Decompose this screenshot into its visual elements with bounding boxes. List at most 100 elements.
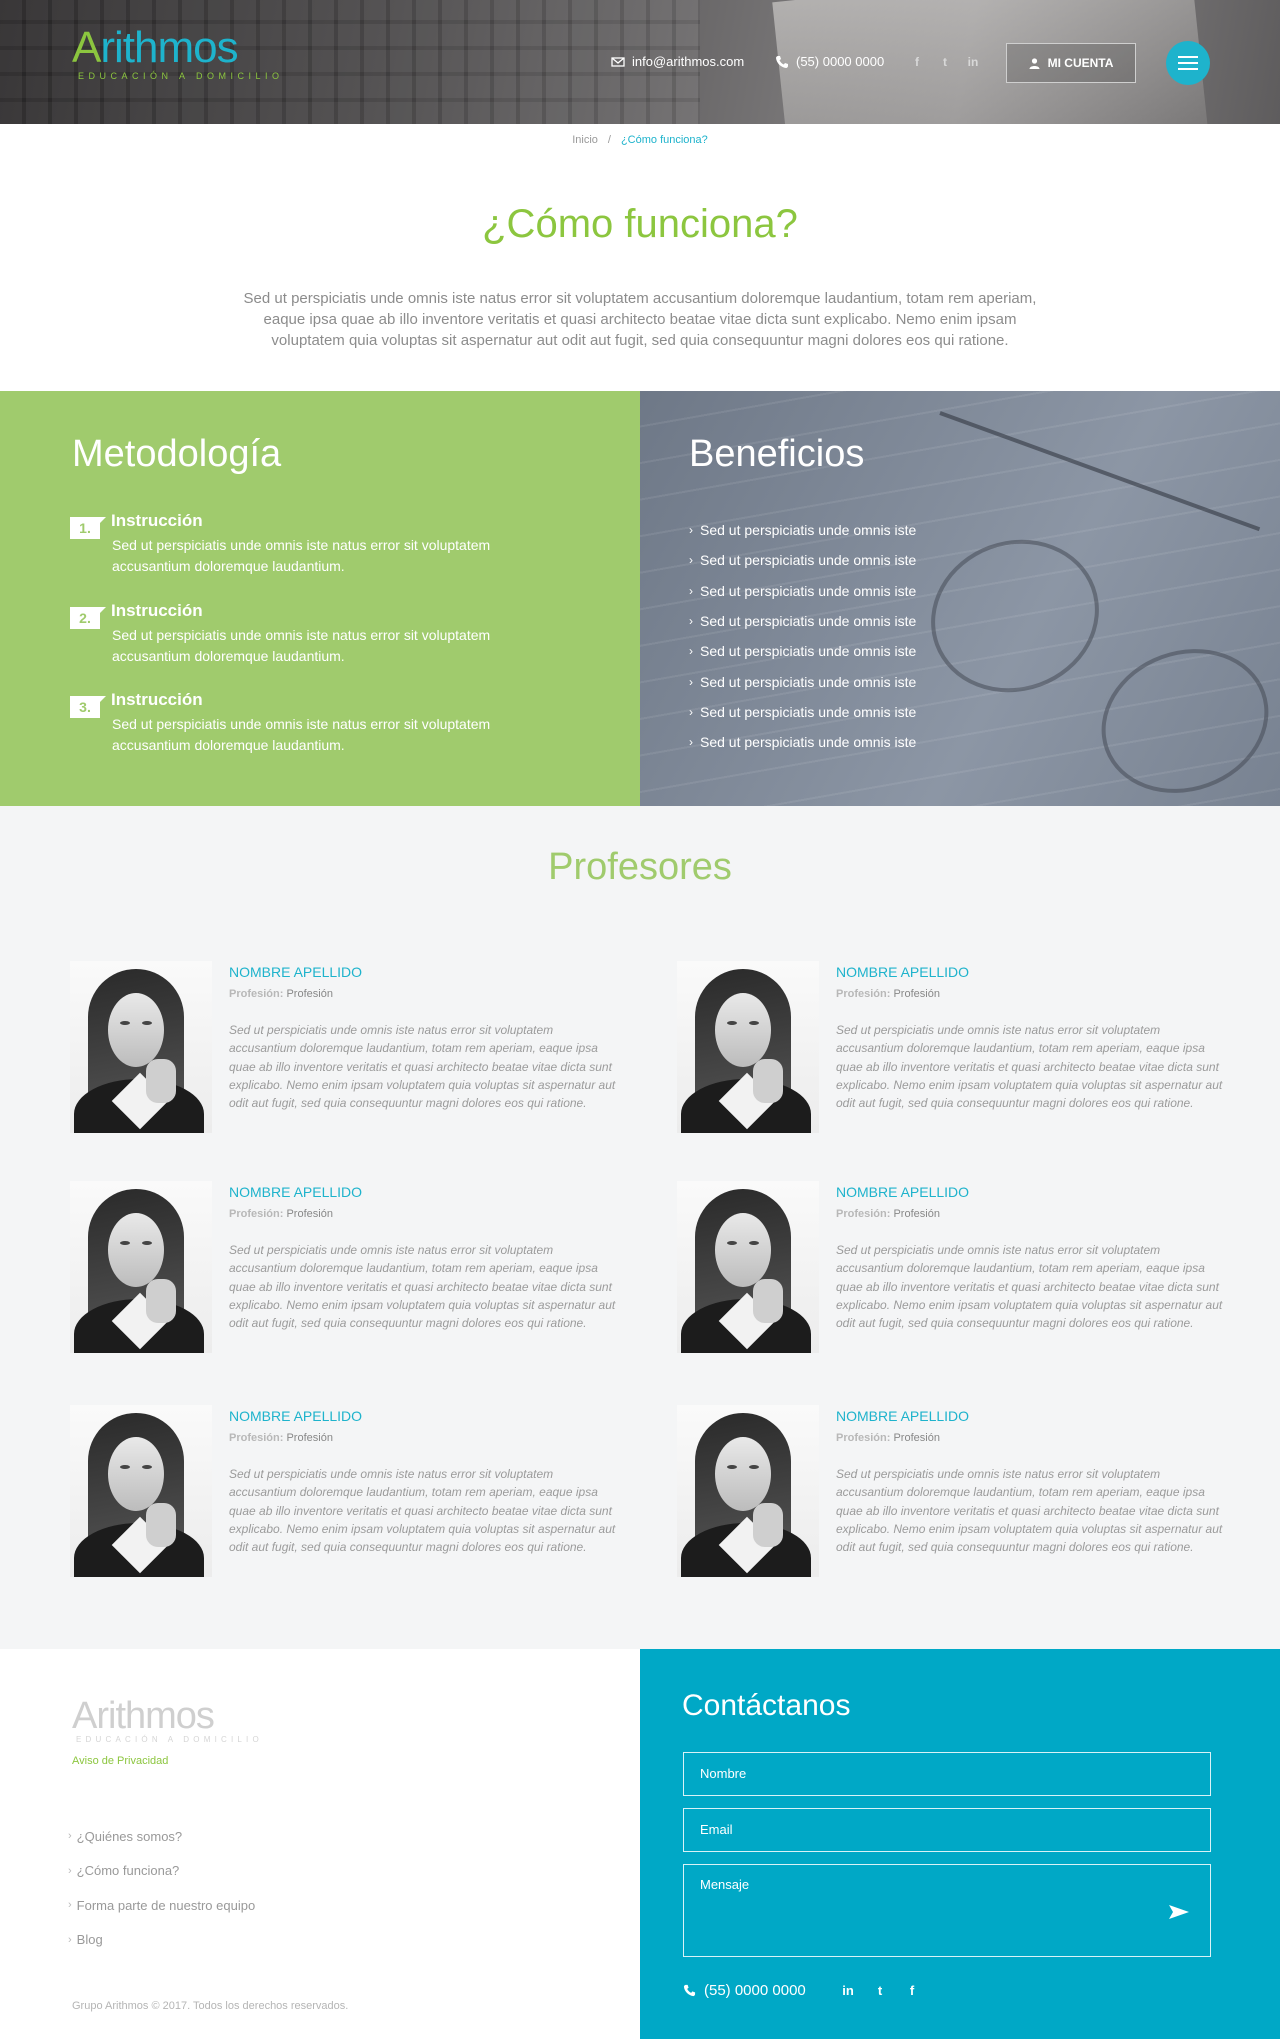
user-icon [1029, 57, 1040, 69]
header-phone[interactable]: (55) 0000 0000 [775, 54, 884, 69]
hamburger-menu-button[interactable] [1166, 41, 1210, 85]
benefit-item: › Sed ut perspiciatis unde omnis iste [689, 697, 916, 727]
professor-role: Profesión: Profesión [836, 988, 940, 1000]
professor-photo [677, 1181, 819, 1353]
professor-card[interactable]: NOMBRE APELLIDO Profesión: Profesión Sed… [677, 961, 1237, 1133]
footer-logo-wordmark: Arithmos [72, 1695, 215, 1737]
chevron-right-icon: › [689, 735, 693, 750]
professor-role-value: Profesión [286, 1432, 333, 1444]
step-title: Instrucción [111, 511, 203, 530]
professor-bio: Sed ut perspiciatis unde omnis iste natu… [229, 1023, 616, 1111]
professor-role-value: Profesión [286, 1208, 333, 1220]
email-field[interactable]: Email [683, 1808, 1211, 1852]
step-text: Sed ut perspiciatis unde omnis iste natu… [112, 716, 491, 753]
professor-card[interactable]: NOMBRE APELLIDO Profesión: Profesión Sed… [677, 1405, 1237, 1577]
privacy-link[interactable]: Aviso de Privacidad [72, 1755, 168, 1767]
chevron-right-icon: › [68, 1830, 72, 1843]
menu-icon-bar [1178, 68, 1198, 70]
page-title: ¿Cómo funciona? [482, 202, 798, 246]
footer-info: Arithmos EDUCACIÓN A DOMICILIO Aviso de … [0, 1649, 640, 2039]
logo-initial: A [72, 23, 101, 72]
chevron-right-icon: › [689, 523, 693, 538]
professor-name: NOMBRE APELLIDO [229, 1408, 363, 1424]
step-title: Instrucción [111, 601, 203, 620]
benefit-text: Sed ut perspiciatis unde omnis iste [700, 734, 917, 751]
step-text: Sed ut perspiciatis unde omnis iste natu… [112, 627, 491, 664]
logo-rest: rithmos [100, 23, 238, 72]
twitter-icon[interactable]: t [872, 1983, 888, 1998]
chevron-right-icon: › [689, 614, 693, 629]
chevron-right-icon: › [689, 583, 693, 598]
benefits-title: Beneficios [689, 433, 865, 475]
footer-phone-text: (55) 0000 0000 [704, 1982, 806, 1999]
account-button[interactable]: MI CUENTA [1006, 43, 1136, 83]
professor-role: Profesión: Profesión [836, 1432, 940, 1444]
twitter-icon[interactable]: t [938, 55, 952, 69]
site-logo[interactable]: Arithmos EDUCACIÓN A DOMICILIO [72, 26, 284, 82]
professor-role-value: Profesión [893, 988, 940, 1000]
professor-photo [70, 961, 212, 1133]
professor-name: NOMBRE APELLIDO [229, 964, 363, 980]
name-field[interactable]: Nombre [683, 1752, 1211, 1796]
benefit-text: Sed ut perspiciatis unde omnis iste [700, 522, 917, 539]
intro-text: Sed ut perspiciatis unde omnis iste natu… [243, 290, 1037, 349]
professor-role: Profesión: Profesión [836, 1208, 940, 1220]
header-email[interactable]: info@arithmos.com [611, 54, 744, 69]
professor-card[interactable]: NOMBRE APELLIDO Profesión: Profesión Sed… [70, 961, 630, 1133]
benefit-text: Sed ut perspiciatis unde omnis iste [700, 582, 917, 599]
professor-photo [70, 1405, 212, 1577]
benefit-item: › Sed ut perspiciatis unde omnis iste [689, 576, 916, 606]
footer-phone[interactable]: (55) 0000 0000 [683, 1982, 806, 1999]
footer-nav-item[interactable]: › ¿Quiénes somos? [68, 1819, 255, 1854]
footer-nav-label: Blog [76, 1932, 103, 1948]
footer-nav-item[interactable]: › Forma parte de nuestro equipo [68, 1888, 255, 1923]
breadcrumb-home[interactable]: Inicio [572, 134, 598, 146]
linkedin-icon[interactable]: in [840, 1983, 856, 1998]
benefit-item: › Sed ut perspiciatis unde omnis iste [689, 515, 916, 545]
methodology-title: Metodología [72, 433, 282, 475]
site-header: Arithmos EDUCACIÓN A DOMICILIO info@arit… [0, 0, 1280, 124]
professor-card[interactable]: NOMBRE APELLIDO Profesión: Profesión Sed… [70, 1405, 630, 1577]
footer-social-links: in t f [840, 1983, 920, 1998]
professor-role-label: Profesión: [229, 1208, 284, 1220]
professor-card[interactable]: NOMBRE APELLIDO Profesión: Profesión Sed… [70, 1181, 630, 1353]
professor-role: Profesión: Profesión [229, 1208, 333, 1220]
chevron-right-icon: › [689, 674, 693, 689]
footer-nav-item[interactable]: › ¿Cómo funciona? [68, 1854, 255, 1889]
contact-section: Contáctanos Nombre Email Mensaje (55) 00… [640, 1649, 1280, 2039]
professor-bio: Sed ut perspiciatis unde omnis iste natu… [836, 1023, 1223, 1111]
professor-name: NOMBRE APELLIDO [836, 1184, 970, 1200]
benefit-text: Sed ut perspiciatis unde omnis iste [700, 643, 917, 660]
message-field[interactable]: Mensaje [683, 1864, 1211, 1957]
logo-wordmark: Arithmos [72, 26, 284, 70]
facebook-icon[interactable]: f [910, 55, 924, 69]
account-button-label: MI CUENTA [1047, 56, 1114, 70]
chevron-right-icon: › [68, 1864, 72, 1877]
benefit-text: Sed ut perspiciatis unde omnis iste [700, 703, 917, 720]
professor-name: NOMBRE APELLIDO [836, 964, 970, 980]
logo-tagline: EDUCACIÓN A DOMICILIO [78, 71, 284, 81]
chevron-right-icon: › [68, 1899, 72, 1912]
methodology-section: Metodología 1. Instrucción Sed ut perspi… [0, 391, 640, 806]
phone-icon [776, 55, 788, 68]
linkedin-icon[interactable]: in [966, 55, 980, 69]
professor-role-label: Profesión: [836, 988, 891, 1000]
professor-role: Profesión: Profesión [229, 1432, 333, 1444]
benefit-text: Sed ut perspiciatis unde omnis iste [700, 673, 917, 690]
chevron-right-icon: › [689, 644, 693, 659]
copyright-text: Grupo Arithmos © 2017. Todos los derecho… [72, 2000, 349, 2012]
professor-bio: Sed ut perspiciatis unde omnis iste natu… [229, 1243, 616, 1331]
professor-role-value: Profesión [286, 988, 333, 1000]
professor-photo [677, 961, 819, 1133]
send-icon[interactable] [1168, 1904, 1190, 1920]
facebook-icon[interactable]: f [904, 1983, 920, 1998]
professor-card[interactable]: NOMBRE APELLIDO Profesión: Profesión Sed… [677, 1181, 1237, 1353]
footer-logo[interactable]: Arithmos EDUCACIÓN A DOMICILIO [72, 1697, 263, 1744]
professor-role: Profesión: Profesión [229, 988, 333, 1000]
professor-role-label: Profesión: [229, 988, 284, 1000]
professor-photo [677, 1405, 819, 1577]
header-phone-text: (55) 0000 0000 [796, 54, 885, 69]
benefit-text: Sed ut perspiciatis unde omnis iste [700, 552, 917, 569]
footer-nav-item[interactable]: › Blog [68, 1923, 255, 1958]
professor-photo [70, 1181, 212, 1353]
